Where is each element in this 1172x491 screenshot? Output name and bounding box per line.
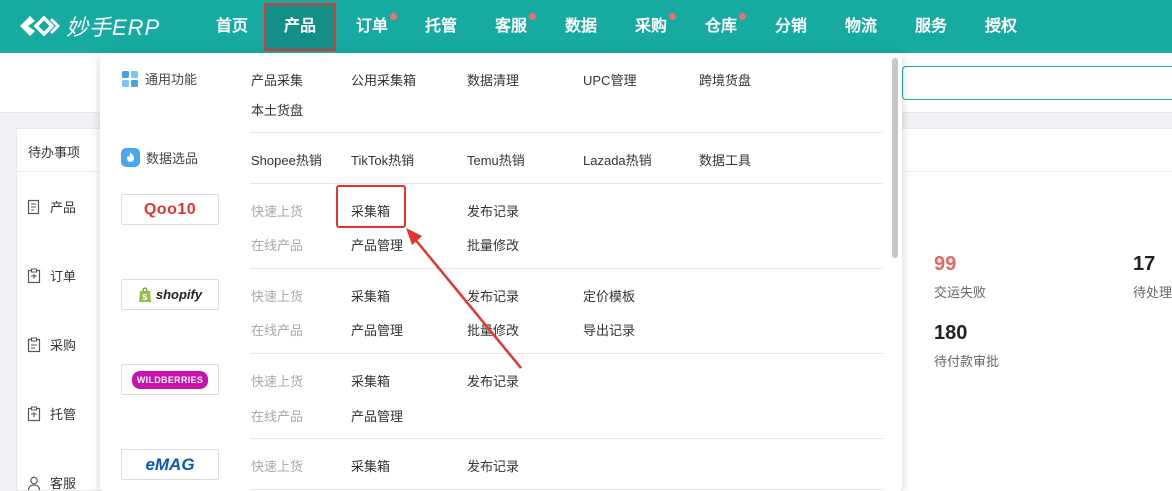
section-general: 通用功能 bbox=[121, 69, 197, 88]
shopify-bag-icon: S bbox=[138, 286, 151, 302]
app-name: 妙手ERP bbox=[66, 15, 161, 40]
divider bbox=[250, 438, 883, 439]
grid-icon bbox=[122, 70, 138, 87]
nav-service[interactable]: 客服 bbox=[493, 0, 536, 53]
menu-link-product-collect[interactable]: 产品采集 bbox=[251, 70, 303, 89]
notification-dot bbox=[529, 13, 536, 20]
nav-hosting[interactable]: 托管 bbox=[423, 0, 459, 53]
todo-item-orders[interactable]: 订单 bbox=[26, 266, 76, 285]
stat-label: 待付款审批 bbox=[934, 354, 1000, 369]
clipboard-icon bbox=[27, 268, 41, 283]
menu-link-temu-hot[interactable]: Temu热销 bbox=[467, 150, 525, 169]
notification-dot bbox=[390, 13, 397, 20]
menu-link-lazada-hot[interactable]: Lazada热销 bbox=[583, 150, 652, 169]
todo-item-purchase[interactable]: 采购 bbox=[26, 335, 76, 354]
shopify-product-management[interactable]: 产品管理 bbox=[351, 320, 403, 339]
section-selection: 数据选品 bbox=[121, 148, 198, 167]
menu-link-shopee-hot[interactable]: Shopee热销 bbox=[251, 150, 322, 169]
divider bbox=[17, 171, 105, 172]
emag-publish-records[interactable]: 发布记录 bbox=[467, 456, 519, 475]
stat-label: 交运失败 bbox=[934, 285, 987, 300]
divider bbox=[250, 353, 883, 354]
divider bbox=[250, 132, 883, 133]
menu-link-local-goods[interactable]: 本土货盘 bbox=[251, 100, 303, 119]
nav-home[interactable]: 首页 bbox=[210, 0, 254, 53]
wildberries-product-management[interactable]: 产品管理 bbox=[351, 406, 403, 425]
wildberries-online-products[interactable]: 在线产品 bbox=[251, 406, 303, 425]
divider bbox=[250, 489, 883, 490]
nav-purchase[interactable]: 采购 bbox=[633, 0, 676, 53]
menu-link-data-tools[interactable]: 数据工具 bbox=[699, 150, 751, 169]
shopify-export-records[interactable]: 导出记录 bbox=[583, 320, 635, 339]
document-icon bbox=[27, 199, 40, 214]
nav-orders[interactable]: 订单 bbox=[354, 0, 397, 53]
qoo10-quick-listing[interactable]: 快速上货 bbox=[251, 201, 303, 220]
clipboard-icon bbox=[27, 337, 41, 352]
todo-title: 待办事项 bbox=[28, 145, 81, 160]
qoo10-publish-records[interactable]: 发布记录 bbox=[467, 201, 519, 220]
emag-quick-listing[interactable]: 快速上货 bbox=[251, 456, 303, 475]
shopify-collect-box[interactable]: 采集箱 bbox=[351, 286, 390, 305]
wildberries-quick-listing[interactable]: 快速上货 bbox=[251, 371, 303, 390]
shopify-online-products[interactable]: 在线产品 bbox=[251, 320, 303, 339]
shopify-quick-listing[interactable]: 快速上货 bbox=[251, 286, 303, 305]
wildberries-logo: WILDBERRIES bbox=[121, 364, 219, 395]
nav-authorization[interactable]: 授权 bbox=[983, 0, 1019, 53]
stat-value[interactable]: 99 bbox=[934, 253, 956, 276]
fire-icon bbox=[121, 148, 140, 167]
nav-services[interactable]: 服务 bbox=[913, 0, 949, 53]
menu-link-tiktok-hot[interactable]: TikTok热销 bbox=[351, 150, 414, 169]
wildberries-publish-records[interactable]: 发布记录 bbox=[467, 371, 519, 390]
divider bbox=[250, 183, 883, 184]
logo-icon bbox=[20, 15, 60, 37]
shopify-publish-records[interactable]: 发布记录 bbox=[467, 286, 519, 305]
search-input[interactable] bbox=[902, 66, 1172, 100]
app-logo[interactable]: 妙手ERP bbox=[16, 9, 160, 43]
nav-logistics[interactable]: 物流 bbox=[843, 0, 879, 53]
shopify-pricing-template[interactable]: 定价模板 bbox=[583, 286, 635, 305]
scrollbar[interactable] bbox=[892, 58, 898, 258]
shopify-logo: S shopify bbox=[121, 279, 219, 310]
user-icon bbox=[27, 476, 41, 490]
todo-item-products[interactable]: 产品 bbox=[26, 197, 76, 216]
menu-link-upc[interactable]: UPC管理 bbox=[583, 70, 636, 89]
clipboard-icon bbox=[27, 406, 41, 421]
qoo10-product-management[interactable]: 产品管理 bbox=[351, 235, 403, 254]
qoo10-logo: Qoo10 bbox=[121, 194, 219, 225]
menu-link-public-collect-box[interactable]: 公用采集箱 bbox=[351, 70, 416, 89]
nav-warehouse[interactable]: 仓库 bbox=[703, 0, 746, 53]
shopify-batch-edit[interactable]: 批量修改 bbox=[467, 320, 519, 339]
emag-logo: eMAG bbox=[121, 449, 219, 480]
svg-text:S: S bbox=[142, 293, 148, 302]
top-nav-bar: 妙手ERP 首页 产品 订单 托管 客服 数据 采购 仓库 分销 物流 服务 授… bbox=[0, 0, 1172, 53]
nav-distribution[interactable]: 分销 bbox=[773, 0, 809, 53]
nav-data[interactable]: 数据 bbox=[563, 0, 599, 53]
divider bbox=[250, 268, 883, 269]
menu-link-cross-border[interactable]: 跨境货盘 bbox=[699, 70, 751, 89]
highlight-box bbox=[336, 185, 406, 228]
todo-item-service[interactable]: 客服 bbox=[26, 473, 76, 491]
wildberries-collect-box[interactable]: 采集箱 bbox=[351, 371, 390, 390]
notification-dot bbox=[739, 13, 746, 20]
menu-link-data-cleanup[interactable]: 数据清理 bbox=[467, 70, 519, 89]
emag-collect-box[interactable]: 采集箱 bbox=[351, 456, 390, 475]
stat-value[interactable]: 180 bbox=[934, 322, 967, 345]
todo-panel bbox=[16, 128, 106, 491]
stat-value[interactable]: 17 bbox=[1133, 253, 1155, 276]
products-dropdown-menu bbox=[100, 53, 902, 491]
nav-products[interactable]: 产品 bbox=[264, 3, 336, 51]
qoo10-online-products[interactable]: 在线产品 bbox=[251, 235, 303, 254]
stats-panel bbox=[902, 128, 1172, 491]
stat-label: 待处理 bbox=[1133, 285, 1172, 300]
divider bbox=[902, 171, 1172, 172]
notification-dot bbox=[669, 13, 676, 20]
qoo10-batch-edit[interactable]: 批量修改 bbox=[467, 235, 519, 254]
todo-item-hosting[interactable]: 托管 bbox=[26, 404, 76, 423]
